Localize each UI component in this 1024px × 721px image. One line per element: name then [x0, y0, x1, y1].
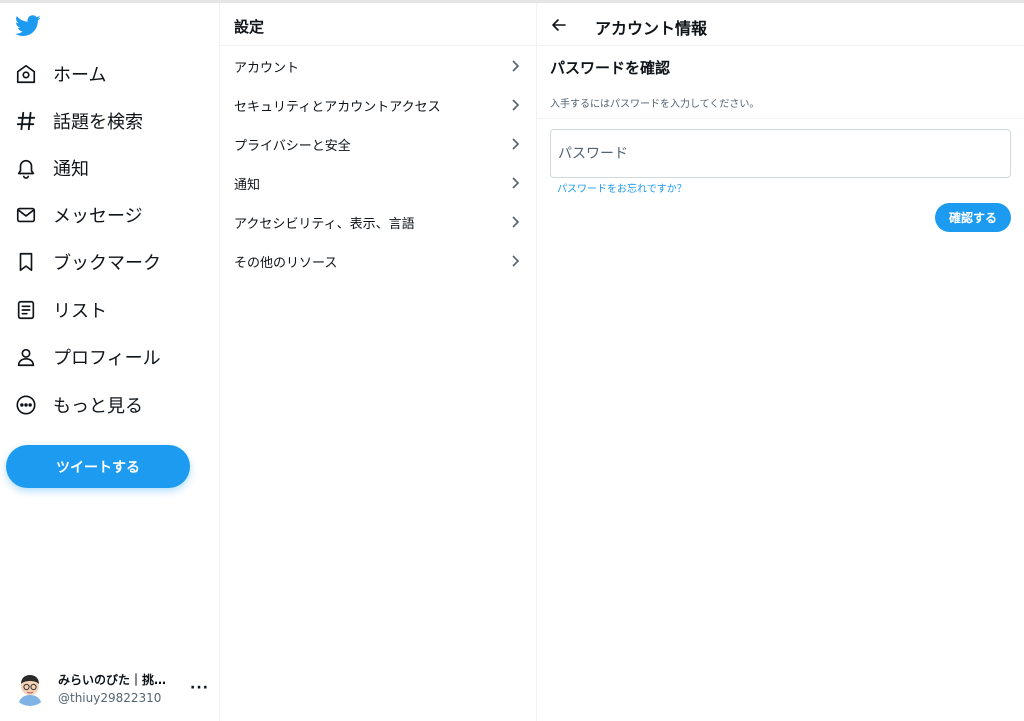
list-icon [14, 298, 38, 322]
nav-label: リスト [53, 301, 107, 322]
account-switcher[interactable]: みらいのびた｜挑… @thiuy29822310 ··· [12, 663, 212, 713]
nav-item-profile[interactable]: プロフィール [14, 339, 161, 375]
settings-item-label: プライバシーと安全 [234, 139, 351, 154]
nav-item-notifications[interactable]: 通知 [14, 150, 89, 186]
nav-label: メッセージ [53, 206, 143, 227]
nav-item-home[interactable]: ホーム [14, 56, 106, 92]
settings-item-accessibility[interactable]: アクセシビリティ、表示、言語 [220, 203, 536, 242]
page-title: アカウント情報 [595, 19, 708, 38]
primary-navigation: ホーム 話題を検索 通知 メッセージ ブックマーク リスト プロフィール もっと… [0, 3, 220, 721]
nav-item-bookmarks[interactable]: ブックマーク [14, 244, 161, 280]
nav-label: ホーム [53, 65, 107, 86]
confirm-button[interactable]: 確認する [935, 203, 1011, 232]
tweet-button[interactable]: ツイートする [6, 445, 190, 488]
home-icon [14, 62, 38, 86]
chevron-right-icon [512, 177, 520, 189]
settings-item-label: アクセシビリティ、表示、言語 [234, 217, 415, 232]
divider [537, 45, 1024, 46]
account-handle: @thiuy29822310 [58, 691, 162, 705]
twitter-bird-icon[interactable] [15, 15, 41, 37]
settings-item-label: その他のリソース [234, 256, 338, 271]
mail-icon [14, 203, 38, 227]
settings-item-label: 通知 [234, 178, 261, 193]
settings-title: 設定 [234, 18, 265, 36]
settings-item-label: セキュリティとアカウントアクセス [234, 100, 441, 115]
confirm-password-description: 入手するにはパスワードを入力してください。 [550, 99, 760, 110]
settings-item-security[interactable]: セキュリティとアカウントアクセス [220, 86, 536, 125]
settings-item-account[interactable]: アカウント [220, 47, 536, 86]
more-circle-icon [14, 393, 38, 417]
bookmark-icon [14, 250, 38, 274]
account-display-name: みらいのびた｜挑… [58, 673, 167, 687]
settings-item-notifications[interactable]: 通知 [220, 164, 536, 203]
password-field[interactable] [550, 129, 1011, 178]
nav-label: 通知 [53, 159, 89, 180]
account-text: みらいのびた｜挑… @thiuy29822310 [58, 671, 182, 705]
more-dots-icon[interactable]: ··· [190, 680, 209, 696]
hashtag-icon [14, 109, 38, 133]
chevron-right-icon [512, 99, 520, 111]
nav-item-more[interactable]: もっと見る [14, 387, 143, 423]
avatar [12, 670, 48, 706]
chevron-right-icon [512, 216, 520, 228]
divider [537, 118, 1024, 119]
settings-item-resources[interactable]: その他のリソース [220, 242, 536, 281]
nav-item-lists[interactable]: リスト [14, 292, 107, 328]
forgot-password-link[interactable]: パスワードをお忘れですか？ [557, 180, 687, 195]
settings-item-label: アカウント [234, 61, 300, 76]
settings-item-privacy[interactable]: プライバシーと安全 [220, 125, 536, 164]
chevron-right-icon [512, 60, 520, 72]
chevron-right-icon [512, 255, 520, 267]
nav-item-messages[interactable]: メッセージ [14, 197, 143, 233]
bell-icon [14, 156, 38, 180]
settings-column: 設定 アカウント セキュリティとアカウントアクセス プライバシーと安全 通知 ア… [220, 3, 537, 721]
nav-label: プロフィール [53, 348, 161, 369]
person-icon [14, 345, 38, 369]
back-arrow-icon[interactable] [549, 15, 569, 35]
nav-label: 話題を検索 [53, 112, 143, 133]
account-info-panel: アカウント情報 パスワードを確認 入手するにはパスワードを入力してください。 パ… [537, 3, 1024, 721]
chevron-right-icon [512, 138, 520, 150]
confirm-password-heading: パスワードを確認 [550, 59, 671, 77]
divider [220, 45, 536, 46]
nav-label: ブックマーク [53, 253, 161, 274]
nav-item-explore[interactable]: 話題を検索 [14, 103, 143, 139]
nav-label: もっと見る [53, 396, 143, 417]
